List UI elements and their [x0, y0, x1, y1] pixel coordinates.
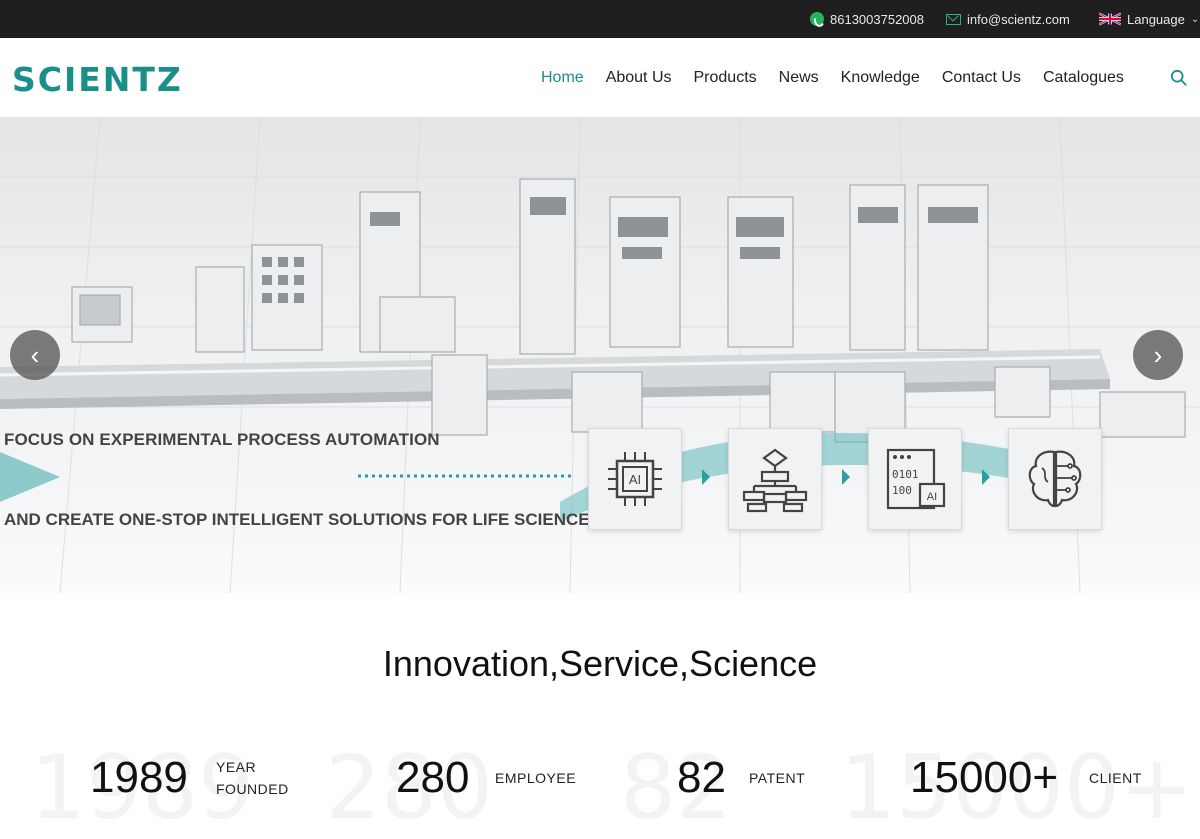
stat-client-label: CLIENT — [1089, 770, 1142, 786]
flowchart-tile — [728, 428, 822, 530]
uk-flag-icon — [1099, 12, 1121, 26]
logo[interactable]: SCIENTZ — [12, 60, 183, 99]
nav-news[interactable]: News — [779, 69, 819, 87]
language-label: Language — [1127, 11, 1185, 27]
phone-number: 8613003752008 — [830, 11, 924, 27]
hero-banner: ‹ › FOCUS ON EXPERIMENTAL PROCESS AUTOMA… — [0, 117, 1200, 593]
hero-subheadline: AND CREATE ONE-STOP INTELLIGENT SOLUTION… — [4, 510, 601, 529]
site-header: SCIENTZ Home About Us Products News Know… — [0, 38, 1200, 117]
chevron-down-icon: ⌄ — [1190, 13, 1200, 25]
svg-text:100: 100 — [892, 484, 912, 497]
nav-catalogues[interactable]: Catalogues — [1043, 69, 1124, 87]
stat-label-line-2: FOUNDED — [216, 781, 289, 797]
ai-chip-icon: AI — [608, 452, 662, 506]
ai-code-tile: 0101 100 AI — [868, 428, 962, 530]
carousel-next-button[interactable]: › — [1133, 330, 1183, 380]
stat-year-founded-label: YEAR FOUNDED — [216, 756, 289, 800]
company-tagline: Innovation,Service,Science — [382, 643, 818, 684]
language-selector[interactable]: Language ⌄ — [1099, 0, 1199, 38]
nav-knowledge[interactable]: Knowledge — [841, 69, 920, 87]
stat-patent-value: 82 — [677, 753, 726, 802]
nav-contact-us[interactable]: Contact Us — [942, 69, 1021, 87]
ai-code-label: AI — [927, 491, 937, 503]
search-icon[interactable] — [1170, 69, 1188, 87]
flowchart-icon — [742, 448, 808, 513]
whatsapp-icon — [810, 12, 824, 26]
carousel-prev-button[interactable]: ‹ — [10, 330, 60, 380]
stats-row: 1989 280 82 15000+ 1989 YEAR FOUNDED 280… — [0, 736, 1200, 839]
phone-link[interactable]: 8613003752008 — [810, 0, 924, 38]
email-link[interactable]: info@scientz.com — [946, 0, 1070, 38]
email-address: info@scientz.com — [967, 11, 1070, 27]
ai-code-icon: 0101 100 AI — [886, 448, 946, 510]
stat-employee-value: 280 — [396, 753, 470, 802]
ai-chip-label: AI — [629, 472, 641, 487]
hero-headline: FOCUS ON EXPERIMENTAL PROCESS AUTOMATION — [4, 430, 440, 449]
nav-about-us[interactable]: About Us — [606, 69, 672, 87]
svg-text:0101: 0101 — [892, 468, 919, 481]
main-nav: Home About Us Products News Knowledge Co… — [530, 38, 1135, 117]
mail-icon — [946, 13, 961, 25]
nav-home[interactable]: Home — [541, 69, 584, 87]
brain-tile — [1008, 428, 1102, 530]
stat-label-line-1: YEAR — [216, 759, 257, 775]
stat-employee-label: EMPLOYEE — [495, 770, 577, 786]
brain-circuit-icon — [1028, 450, 1082, 508]
stat-patent-label: PATENT — [749, 770, 806, 786]
ai-chip-tile: AI — [588, 428, 682, 530]
top-bar: 8613003752008 info@scientz.com Language … — [0, 0, 1200, 38]
stat-client-value: 15000+ — [910, 753, 1059, 802]
nav-products[interactable]: Products — [694, 69, 757, 87]
stat-year-founded-value: 1989 — [90, 753, 188, 802]
